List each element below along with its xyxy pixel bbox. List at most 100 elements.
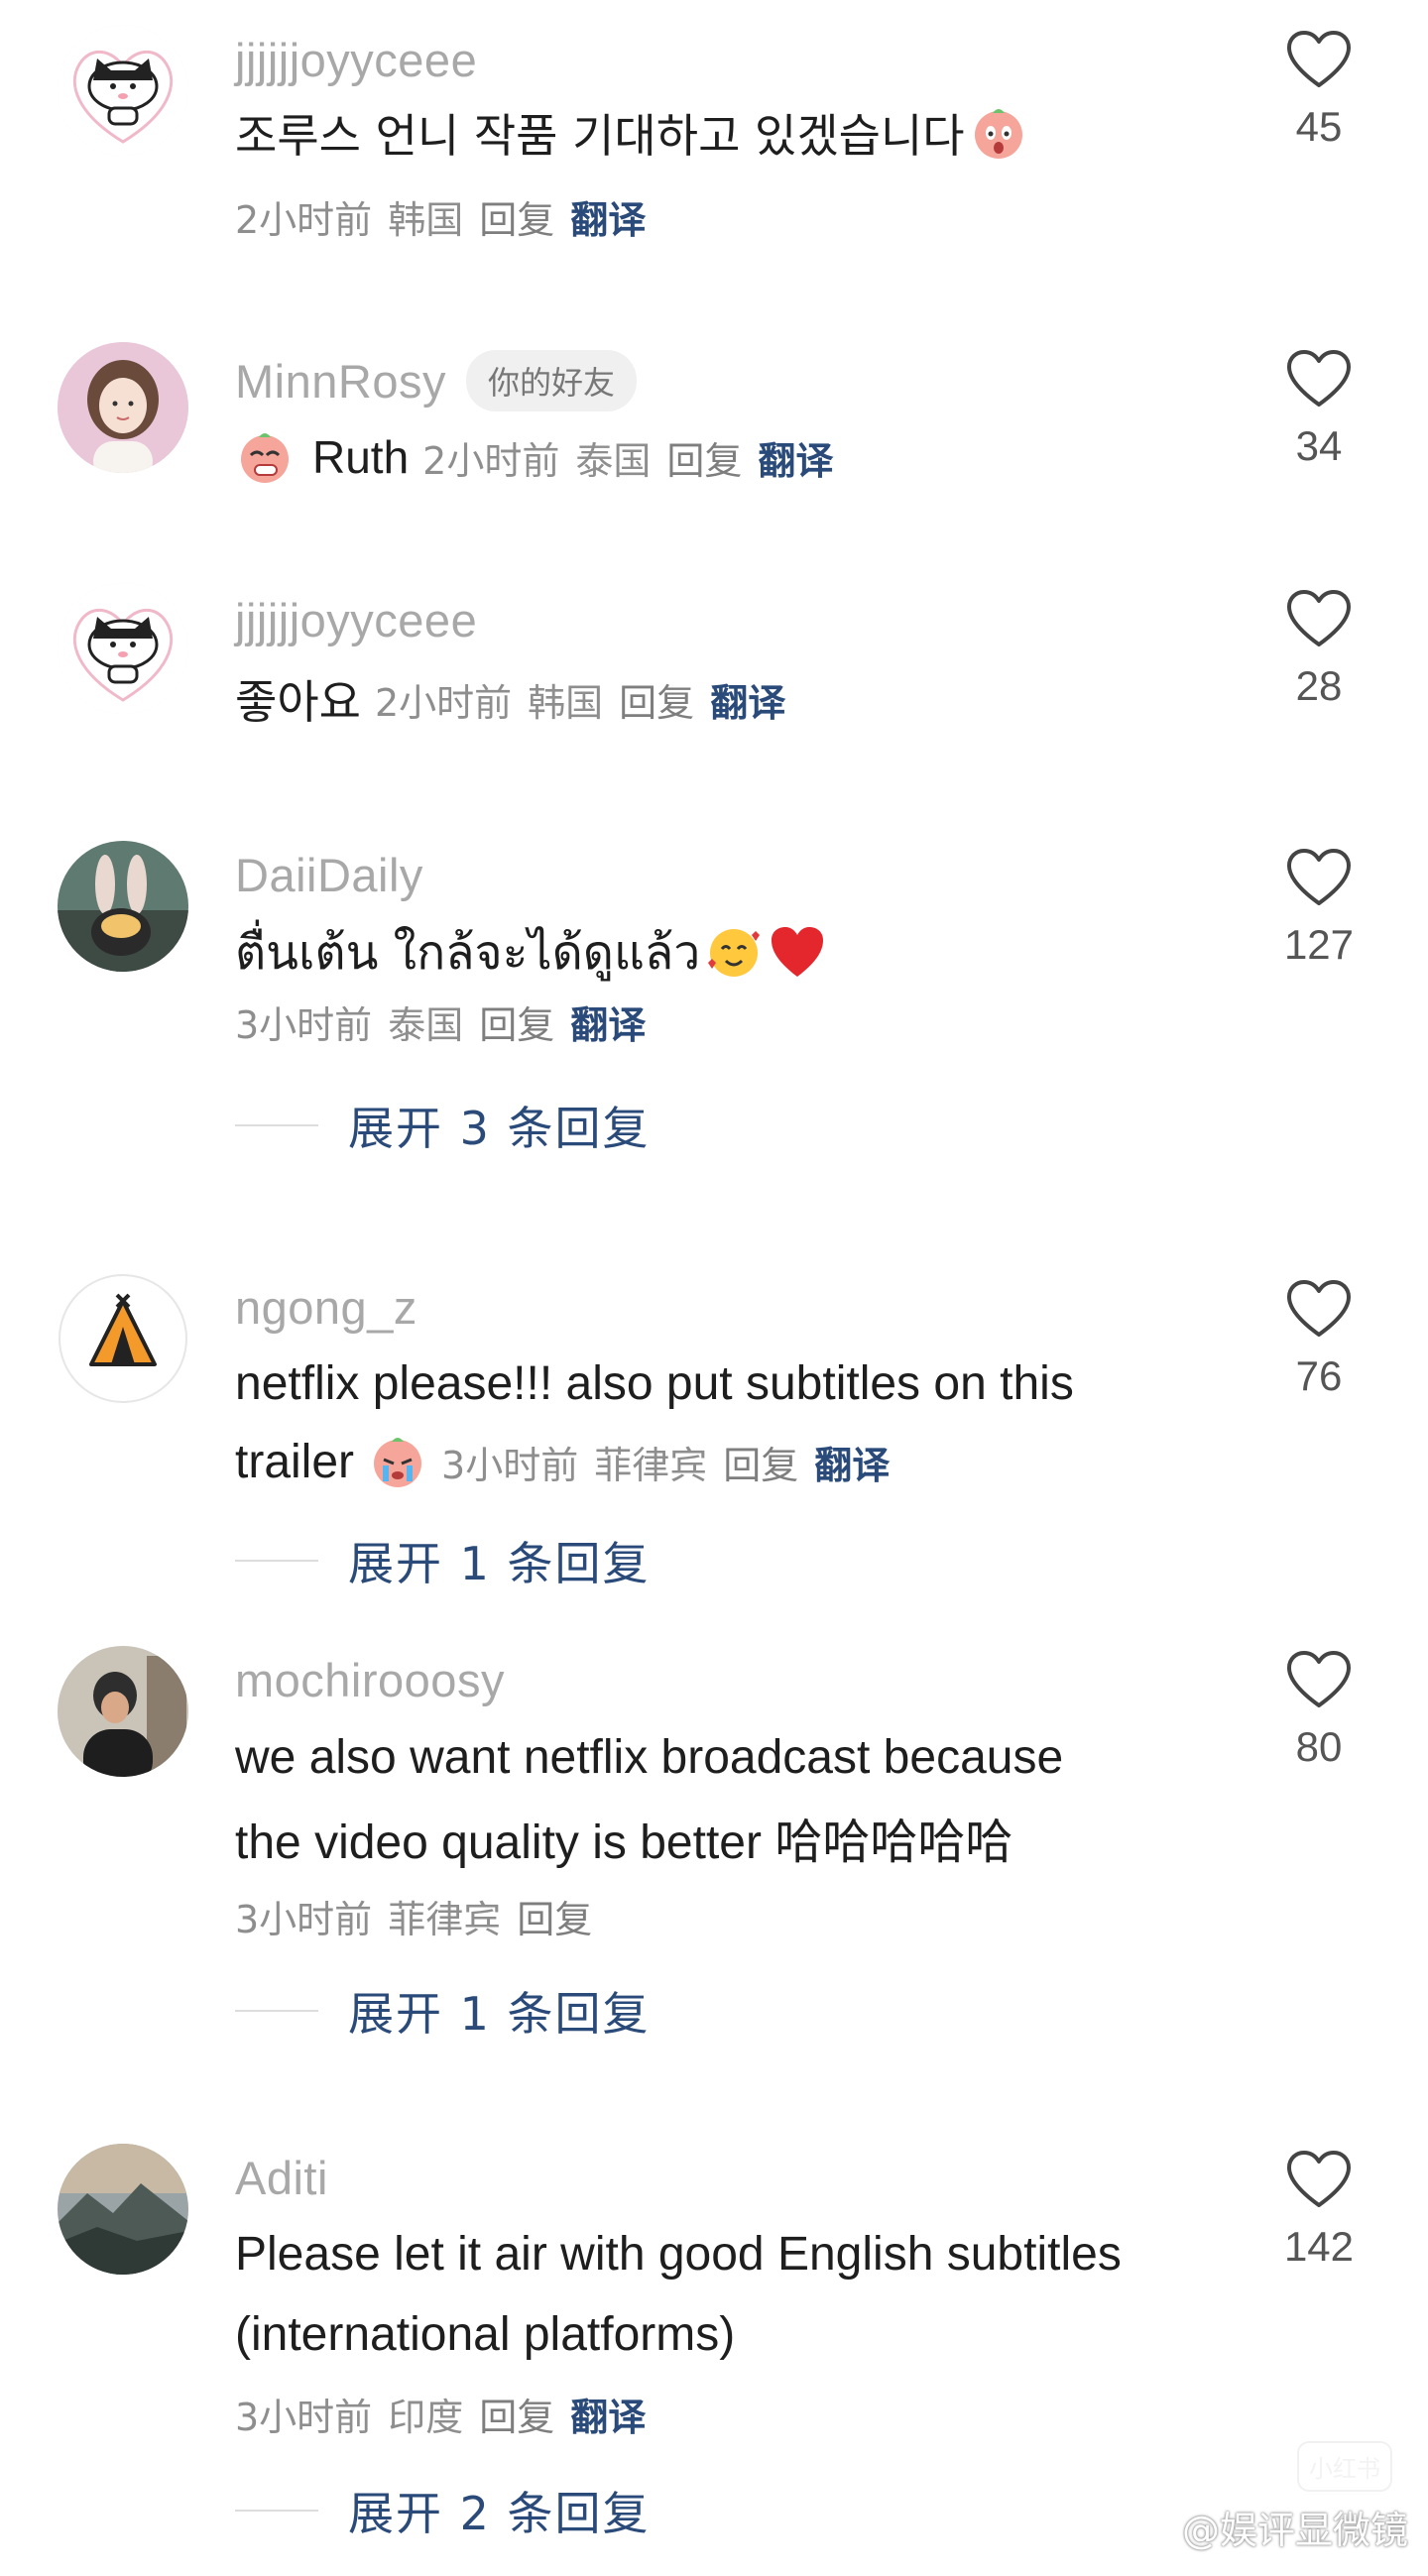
comment-time: 2小时前 xyxy=(235,197,373,242)
comment-location: 韩国 xyxy=(388,197,464,242)
reply-button[interactable]: 回复 xyxy=(723,1435,798,1489)
cat-sticker-avatar-image xyxy=(58,583,188,714)
comment-meta: 3小时前 泰国 回复 翻译 xyxy=(235,992,661,1051)
expand-divider xyxy=(235,2510,318,2512)
like-count: 142 xyxy=(1283,2223,1355,2270)
comment-text-line: the video quality is better 哈哈哈哈哈 xyxy=(235,1805,1012,1870)
comment-text-line: trailer 3小时前 菲律宾 回复 翻译 xyxy=(235,1429,905,1494)
comment-text: 조루스 언니 작품 기대하고 있겠습니다 xyxy=(235,100,1028,166)
username[interactable]: Aditi xyxy=(235,2151,328,2205)
heart-icon[interactable] xyxy=(1286,2150,1352,2209)
reply-button[interactable]: 回复 xyxy=(666,430,742,485)
expand-divider xyxy=(235,2010,318,2012)
like-button[interactable]: 142 xyxy=(1269,2150,1368,2271)
expand-replies-label[interactable]: 展开 3 条回复 xyxy=(348,1093,651,1158)
avatar[interactable] xyxy=(58,841,188,972)
xiaohongshu-mark: 小红书 xyxy=(1297,2441,1392,2492)
like-button[interactable]: 76 xyxy=(1269,1279,1368,1400)
shocked-face-emoji-icon xyxy=(969,103,1028,163)
tent-icon xyxy=(58,1273,188,1404)
translate-button[interactable]: 翻译 xyxy=(814,1435,890,1489)
comment-text-content: Please let it air with good English subt… xyxy=(235,2227,1122,2281)
blushing-face-emoji-icon xyxy=(235,427,295,487)
heart-icon[interactable] xyxy=(1286,30,1352,89)
username[interactable]: MinnRosy xyxy=(235,354,446,409)
reply-button[interactable]: 回复 xyxy=(517,1889,592,1943)
username[interactable]: jjjjjjoyyceee xyxy=(235,593,477,647)
reply-button[interactable]: 回复 xyxy=(479,995,554,1049)
avatar[interactable] xyxy=(58,342,188,473)
expand-replies-button[interactable]: 展开 1 条回复 xyxy=(235,1526,651,1595)
expand-divider xyxy=(235,1560,318,1562)
comment-text-content: the video quality is better 哈哈哈哈哈 xyxy=(235,1816,1013,1869)
comment-text-line: we also want netflix broadcast because xyxy=(235,1724,1063,1790)
like-count: 34 xyxy=(1295,422,1343,469)
comment-location: 韩国 xyxy=(528,680,604,725)
heart-icon[interactable] xyxy=(1286,349,1352,409)
username[interactable]: mochirooosy xyxy=(235,1653,505,1707)
comment-text-content: Ruth xyxy=(312,431,410,483)
expand-replies-button[interactable]: 展开 2 条回复 xyxy=(235,2476,651,2545)
like-count: 28 xyxy=(1295,662,1343,709)
heart-icon[interactable] xyxy=(1286,1650,1352,1709)
comment-location: 菲律宾 xyxy=(594,1443,708,1487)
cat-sticker-avatar-image xyxy=(58,25,188,156)
heart-icon[interactable] xyxy=(1286,848,1352,907)
username[interactable]: ngong_z xyxy=(235,1280,417,1335)
comment-text-content: we also want netflix broadcast because xyxy=(235,1730,1064,1784)
comment-location: 泰国 xyxy=(388,1002,464,1047)
like-count: 76 xyxy=(1295,1352,1343,1399)
comment-text-content: (international platforms) xyxy=(235,2307,736,2361)
username[interactable]: DaiiDaily xyxy=(235,848,423,902)
girl-photo-avatar-image xyxy=(58,342,188,473)
like-button[interactable]: 80 xyxy=(1269,1650,1368,1771)
like-button[interactable]: 34 xyxy=(1269,349,1368,470)
translate-button[interactable]: 翻译 xyxy=(710,672,785,727)
smiling-hearts-emoji-icon xyxy=(704,923,764,983)
expand-replies-label[interactable]: 展开 1 条回复 xyxy=(348,1978,651,2044)
comment-time: 3小时前 xyxy=(441,1443,579,1487)
comment-meta: 2小时前 韩国 回复 翻译 xyxy=(235,186,661,246)
like-button[interactable]: 28 xyxy=(1269,589,1368,710)
expand-replies-label[interactable]: 展开 1 条回复 xyxy=(348,1528,651,1593)
reply-button[interactable]: 回复 xyxy=(479,2387,554,2441)
expand-divider xyxy=(235,1124,318,1126)
reply-button[interactable]: 回复 xyxy=(479,189,554,244)
comment-time: 3小时前 xyxy=(235,2395,373,2439)
reply-button[interactable]: 回复 xyxy=(619,672,694,727)
like-button[interactable]: 45 xyxy=(1269,30,1368,151)
comment-text-line: Please let it air with good English subt… xyxy=(235,2221,1122,2286)
username[interactable]: jjjjjjoyyceee xyxy=(235,33,477,87)
avatar[interactable] xyxy=(58,2144,188,2275)
expand-replies-button[interactable]: 展开 1 条回复 xyxy=(235,1976,651,2046)
bunny-ears-photo-avatar-image xyxy=(58,841,188,972)
translate-button[interactable]: 翻译 xyxy=(570,189,646,244)
comment-time: 2小时前 xyxy=(422,438,560,483)
mountain-photo-avatar-image xyxy=(58,2144,188,2275)
heart-icon[interactable] xyxy=(1286,589,1352,648)
avatar[interactable] xyxy=(58,25,188,156)
avatar[interactable] xyxy=(58,1273,188,1404)
comment-list: jjjjjjoyyceee 조루스 언니 작품 기대하고 있겠습니다 2小时前 … xyxy=(0,0,1428,2576)
heart-icon[interactable] xyxy=(1286,1279,1352,1339)
translate-button[interactable]: 翻译 xyxy=(570,2387,646,2441)
watermark-text: @娱评显微镜 xyxy=(1181,2509,1408,2552)
like-count: 127 xyxy=(1283,921,1355,968)
expand-replies-label[interactable]: 展开 2 条回复 xyxy=(348,2478,651,2543)
avatar[interactable] xyxy=(58,583,188,714)
avatar[interactable] xyxy=(58,1646,188,1777)
like-button[interactable]: 127 xyxy=(1269,848,1368,969)
translate-button[interactable]: 翻译 xyxy=(570,995,646,1049)
crying-face-emoji-icon xyxy=(368,1432,427,1491)
comment-text-line: netflix please!!! also put subtitles on … xyxy=(235,1350,1074,1416)
comment-text-content: netflix please!!! also put subtitles on … xyxy=(235,1356,1074,1410)
translate-button[interactable]: 翻译 xyxy=(758,430,833,485)
comment-time: 3小时前 xyxy=(235,1002,373,1047)
comment-meta: 3小时前 印度 回复 翻译 xyxy=(235,2384,661,2443)
person-photo-avatar-image xyxy=(58,1646,188,1777)
comment-text-content: trailer xyxy=(235,1435,355,1488)
comment-meta: 2小时前 韩国 回复 翻译 xyxy=(375,672,801,727)
comment-time: 2小时前 xyxy=(374,680,513,725)
comment-text-content: ตื่นเต้น ใกล้จะได้ดูแล้ว xyxy=(235,925,701,981)
expand-replies-button[interactable]: 展开 3 条回复 xyxy=(235,1091,651,1160)
